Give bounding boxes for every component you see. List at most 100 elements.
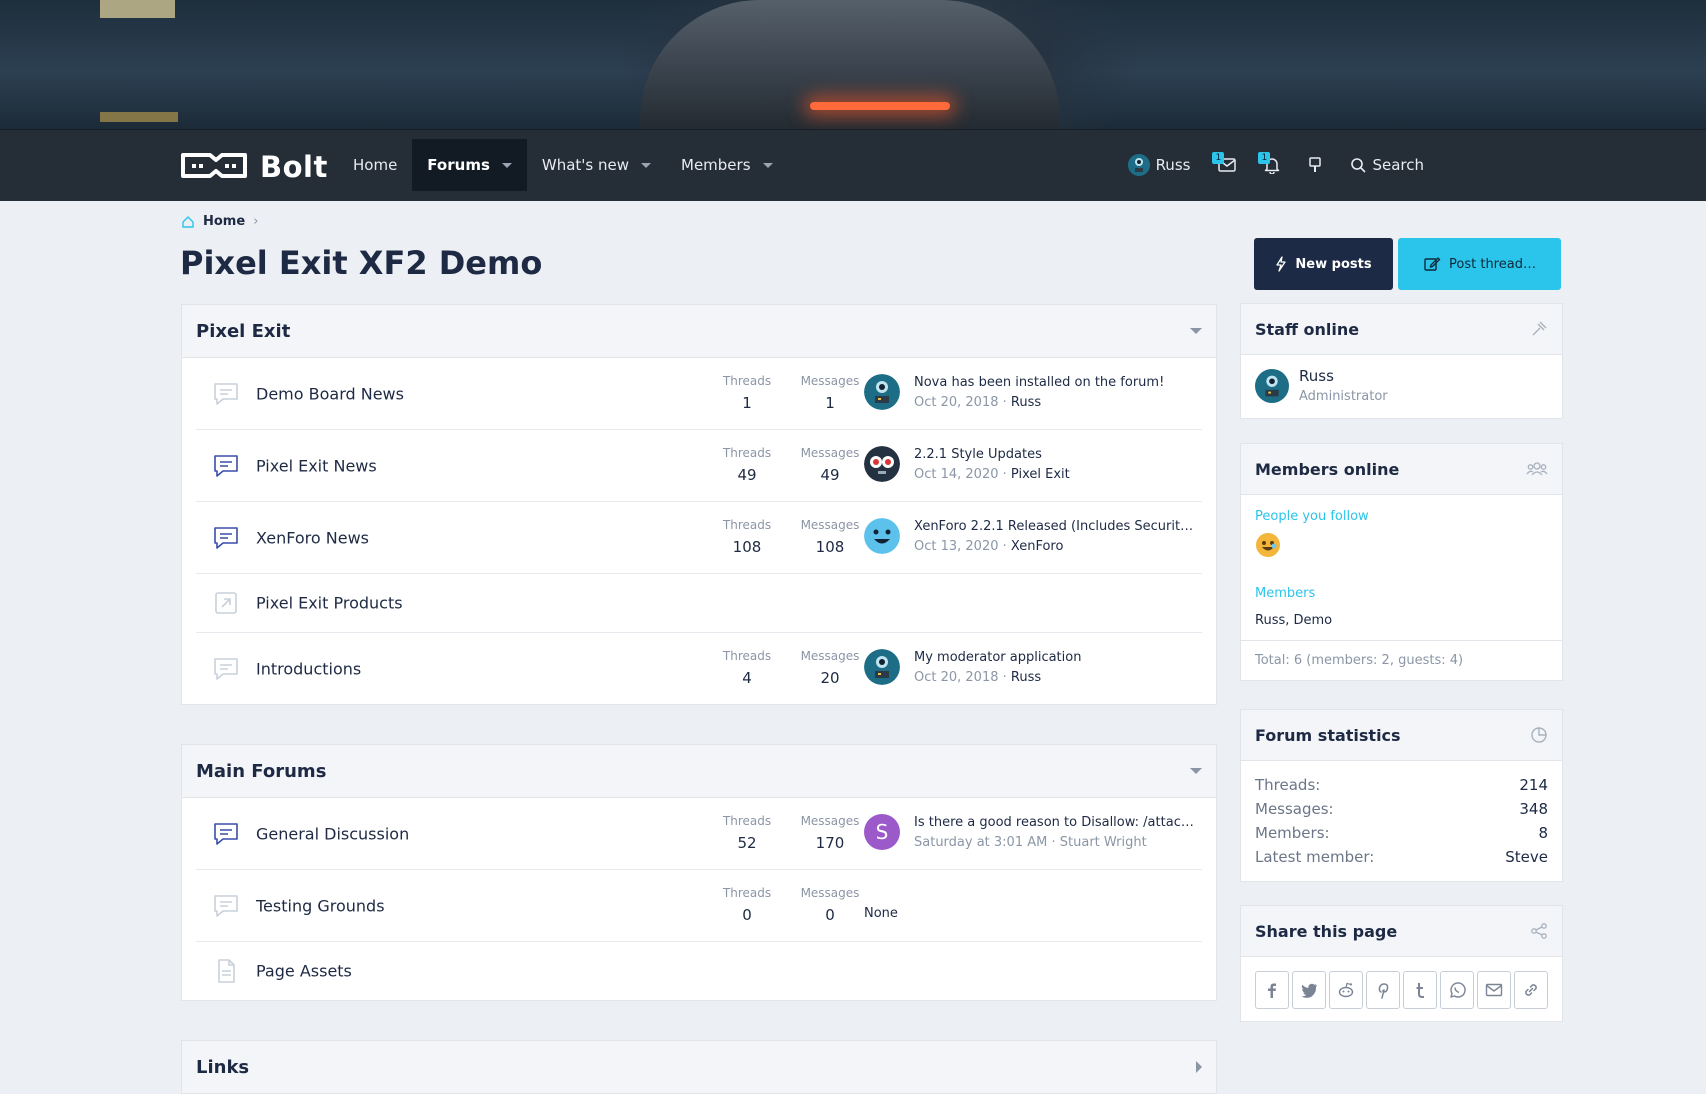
avatar[interactable]: [864, 446, 900, 482]
forum-node[interactable]: Introductions Threads 4 Messages 20 My mod…: [196, 633, 1202, 704]
forum-node[interactable]: Demo Board News Threads 1 Messages 1 Nova …: [196, 358, 1202, 430]
online-members-list[interactable]: Russ, Demo: [1255, 613, 1548, 628]
nav-forums[interactable]: Forums: [412, 139, 527, 191]
last-post-user[interactable]: Russ: [1011, 395, 1041, 410]
avatar[interactable]: [864, 374, 900, 410]
forum-title[interactable]: General Discussion: [256, 824, 409, 843]
members-label[interactable]: Members: [1255, 586, 1548, 601]
last-post-title[interactable]: My moderator application: [914, 650, 1194, 665]
nav-whats-new[interactable]: What's new: [527, 139, 666, 191]
last-post-title[interactable]: XenForo 2.2.1 Released (Includes Securit…: [914, 519, 1194, 534]
widget-title: Forum statistics: [1255, 725, 1401, 745]
messages-stat: Messages 170: [795, 814, 865, 852]
avatar[interactable]: S: [864, 814, 900, 850]
chevron-down-icon[interactable]: [641, 162, 651, 168]
main-nav: Home Forums What's new Members: [338, 139, 788, 191]
forum-node[interactable]: Testing Grounds Threads 0 Messages 0 None: [196, 870, 1202, 942]
breadcrumb-home[interactable]: Home: [203, 214, 245, 229]
forum-read-icon: [214, 382, 238, 405]
edit-icon: [1424, 257, 1441, 271]
share-twitter-button[interactable]: [1292, 971, 1326, 1009]
chevron-down-icon[interactable]: [762, 162, 773, 168]
alerts-button[interactable]: 1: [1250, 139, 1294, 191]
share-whatsapp-button[interactable]: [1440, 971, 1474, 1009]
account-menu[interactable]: Russ: [1114, 139, 1205, 191]
home-icon: [182, 215, 194, 228]
post-thread-button[interactable]: Post thread…: [1398, 238, 1561, 290]
messages-stat: Messages 20: [795, 649, 865, 687]
last-post-date[interactable]: Oct 20, 2018: [914, 670, 999, 685]
avatar[interactable]: [1255, 368, 1289, 403]
last-post-date[interactable]: Oct 20, 2018: [914, 395, 999, 410]
last-post-date[interactable]: Oct 14, 2020: [914, 467, 999, 482]
forum-title[interactable]: XenForo News: [256, 528, 369, 547]
users-icon: [1526, 462, 1548, 476]
staff-name[interactable]: Russ: [1299, 367, 1388, 385]
forum-title[interactable]: Pixel Exit Products: [256, 594, 403, 613]
last-post-title[interactable]: Nova has been installed on the forum!: [914, 375, 1194, 390]
site-logo[interactable]: Bolt: [180, 150, 328, 184]
forum-node[interactable]: XenForo News Threads 108 Messages 108 XenF…: [196, 502, 1202, 574]
banner-taillight: [810, 102, 950, 110]
share-pinterest-button[interactable]: [1366, 971, 1400, 1009]
category-title[interactable]: Main Forums: [196, 761, 326, 782]
messages-count: 170: [815, 834, 845, 852]
banner-light: [100, 0, 175, 18]
forum-node[interactable]: Pixel Exit News Threads 49 Messages 49 2.2…: [196, 430, 1202, 502]
stat-row-members: Members: 8: [1255, 821, 1548, 845]
share-tumblr-button[interactable]: [1403, 971, 1437, 1009]
threads-count: 4: [742, 669, 752, 687]
forum-node[interactable]: General Discussion Threads 52 Messages 170…: [196, 798, 1202, 870]
category-title[interactable]: Links: [196, 1057, 249, 1078]
link-node[interactable]: Pixel Exit Products: [196, 574, 1202, 633]
last-post-title[interactable]: Is there a good reason to Disallow: /att…: [914, 815, 1194, 830]
share-link-button[interactable]: [1514, 971, 1548, 1009]
messages-label: Messages: [800, 374, 860, 388]
category-title[interactable]: Pixel Exit: [196, 321, 290, 342]
last-post-date[interactable]: Oct 13, 2020: [914, 539, 999, 554]
last-post-user[interactable]: Pixel Exit: [1011, 467, 1070, 482]
collapse-toggle-icon[interactable]: [1190, 768, 1202, 774]
last-post-user[interactable]: Stuart Wright: [1060, 835, 1147, 850]
messages-label: Messages: [800, 446, 860, 460]
forum-unread-icon: [214, 822, 238, 845]
forum-read-icon: [214, 894, 238, 917]
conversations-button[interactable]: 1: [1204, 139, 1250, 191]
search-button[interactable]: Search: [1336, 139, 1438, 191]
threads-count: 49: [737, 466, 757, 484]
threads-stat: Threads 1: [712, 374, 782, 412]
category-header[interactable]: Links: [182, 1041, 1216, 1094]
avatar[interactable]: [1255, 532, 1281, 558]
messages-stat: Messages 49: [795, 446, 865, 484]
avatar[interactable]: [864, 518, 900, 554]
forum-title[interactable]: Demo Board News: [256, 384, 404, 403]
nav-home[interactable]: Home: [338, 139, 412, 191]
messages-stat: Messages 1: [795, 374, 865, 412]
forum-title[interactable]: Pixel Exit News: [256, 456, 377, 475]
last-post-date[interactable]: Saturday at 3:01 AM: [914, 835, 1047, 850]
threads-stat: Threads 52: [712, 814, 782, 852]
expand-toggle-icon[interactable]: [1196, 1061, 1202, 1073]
new-posts-button[interactable]: New posts: [1254, 238, 1393, 290]
page-node[interactable]: Page Assets: [196, 942, 1202, 1000]
latest-member-link[interactable]: Steve: [1505, 845, 1548, 869]
share-facebook-button[interactable]: [1255, 971, 1289, 1009]
style-chooser-button[interactable]: [1294, 139, 1336, 191]
share-email-button[interactable]: [1477, 971, 1511, 1009]
stats-body: Threads: 214 Messages: 348 Members: 8 Lates…: [1241, 761, 1562, 881]
category-header[interactable]: Main Forums: [182, 745, 1216, 798]
collapse-toggle-icon[interactable]: [1190, 328, 1202, 334]
share-reddit-button[interactable]: [1329, 971, 1363, 1009]
last-post-title[interactable]: 2.2.1 Style Updates: [914, 447, 1194, 462]
forum-title[interactable]: Page Assets: [256, 962, 352, 981]
gavel-icon: [1532, 321, 1547, 336]
category-header[interactable]: Pixel Exit: [182, 305, 1216, 358]
forum-title[interactable]: Testing Grounds: [256, 896, 385, 915]
chevron-down-icon[interactable]: [501, 162, 512, 168]
avatar[interactable]: [864, 649, 900, 685]
nav-members[interactable]: Members: [666, 139, 788, 191]
last-post-user[interactable]: Russ: [1011, 670, 1041, 685]
forum-title[interactable]: Introductions: [256, 659, 361, 678]
last-post-user[interactable]: XenForo: [1011, 539, 1064, 554]
people-you-follow-label[interactable]: People you follow: [1255, 509, 1548, 524]
